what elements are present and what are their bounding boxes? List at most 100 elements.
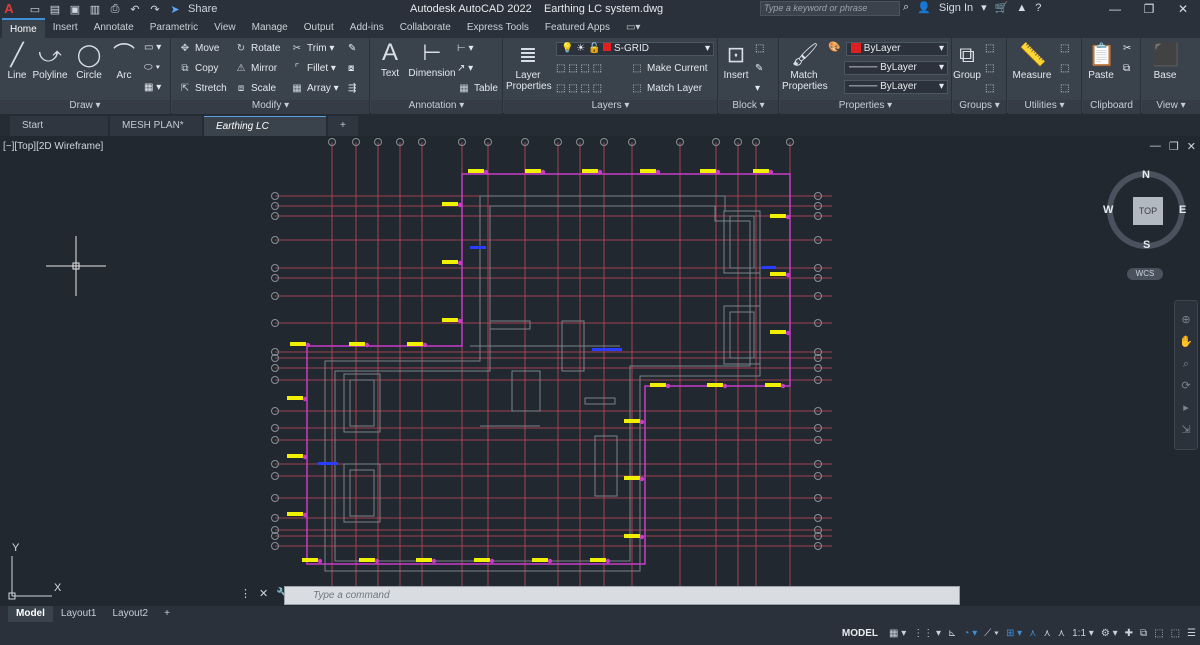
draw-panel-label[interactable]: Draw ▾ — [0, 100, 170, 114]
layer-dropdown[interactable]: 💡 ☀ 🔓 S-GRID ▾ — [556, 42, 714, 56]
tab-manage[interactable]: Manage — [244, 18, 296, 38]
fillet-button[interactable]: ⌜ Fillet ▾ — [290, 63, 336, 74]
compass-west[interactable]: W — [1103, 204, 1113, 216]
plus-icon[interactable]: ✚ — [1125, 628, 1133, 639]
match-properties-button[interactable]: 🖌 Match Properties — [782, 42, 828, 92]
tab-parametric[interactable]: Parametric — [142, 18, 206, 38]
tab-featured-apps[interactable]: Featured Apps — [537, 18, 618, 38]
base-button[interactable]: ⬛ Base — [1148, 42, 1182, 81]
group-edit-icon[interactable]: ⬚ — [985, 63, 994, 74]
circle-button[interactable]: ◯ Circle — [74, 42, 104, 81]
redo-icon[interactable]: ↷ — [148, 3, 162, 16]
search-icon[interactable]: ⌕ — [903, 1, 909, 14]
viewcube[interactable]: TOP N S E W — [1103, 169, 1186, 251]
modify-panel-label[interactable]: Modify ▾ — [172, 100, 369, 114]
saveas-icon[interactable]: ▥ — [88, 3, 102, 16]
search-input[interactable]: Type a keyword or phrase — [760, 1, 900, 16]
tab-annotate[interactable]: Annotate — [86, 18, 142, 38]
close-icon[interactable]: ✕ — [1166, 0, 1200, 18]
trim-button[interactable]: ✂ Trim ▾ — [290, 43, 335, 54]
layout-tab[interactable]: Model — [8, 606, 53, 622]
close-viewport-icon[interactable]: ✕ — [1187, 140, 1196, 153]
layer-properties-button[interactable]: ≣ Layer Properties — [506, 42, 552, 92]
ortho-icon[interactable]: ⊾ — [948, 628, 956, 639]
layers-panel-label[interactable]: Layers ▾ — [504, 100, 717, 114]
ribbon-display-toggle-icon[interactable]: ▭▾ — [618, 18, 648, 38]
grip-icon[interactable]: ⋮ — [240, 587, 251, 600]
utilities-panel-label[interactable]: Utilities ▾ — [1008, 100, 1081, 114]
match-layer-button[interactable]: ⬚ Match Layer — [630, 83, 702, 94]
workspace-gear-icon[interactable]: ⚙ ▾ — [1101, 628, 1118, 639]
isodraft-icon[interactable]: ⟋ ▾ — [984, 628, 999, 639]
attribute-icon[interactable]: ▾ — [755, 83, 760, 94]
copy-button[interactable]: ⧉ Copy — [178, 63, 218, 74]
autocad-logo[interactable]: A — [0, 0, 18, 18]
print-icon[interactable]: ⎙ — [108, 3, 122, 16]
dimension-button[interactable]: ⊢ Dimension — [407, 40, 457, 79]
command-input[interactable]: Type a command — [284, 586, 960, 605]
make-current-button[interactable]: ⬚ Make Current — [630, 63, 707, 74]
otrack-icon[interactable]: ⋏ — [1029, 628, 1036, 639]
insert-button[interactable]: ⊡ Insert — [721, 42, 751, 81]
autodesk-icon[interactable]: ▲ — [1016, 2, 1027, 14]
copy-clip-icon[interactable]: ⧉ — [1123, 63, 1130, 74]
mirror-button[interactable]: ⚠ Mirror — [234, 63, 278, 74]
save-icon[interactable]: ▣ — [68, 3, 82, 16]
isolate-icon[interactable]: ⬚ — [1154, 628, 1163, 639]
navbar-tools[interactable]: ⊕ ✋ ⌕ ⟳ ▸ ⇲ — [1175, 301, 1197, 441]
undo-icon[interactable]: ↶ — [128, 3, 142, 16]
snap-icon[interactable]: ⋮⋮ ▾ — [913, 628, 941, 639]
layout-tab[interactable]: Layout1 — [53, 606, 105, 622]
hatch-icon[interactable]: ⬭ ▾ — [144, 62, 160, 73]
tab-collaborate[interactable]: Collaborate — [392, 18, 459, 38]
tab-insert[interactable]: Insert — [45, 18, 86, 38]
tab-express-tools[interactable]: Express Tools — [459, 18, 537, 38]
new-icon[interactable]: ▭ — [28, 3, 42, 16]
text-button[interactable]: A Text — [375, 40, 405, 80]
clipboard-panel-label[interactable]: Clipboard — [1083, 100, 1140, 114]
stretch-button[interactable]: ⇱ Stretch — [178, 83, 227, 94]
lineweight-dropdown[interactable]: ──── ByLayer ▾ — [844, 80, 948, 94]
polyline-button[interactable]: ⤻ Polyline — [32, 42, 68, 81]
view-panel-label[interactable]: View ▾ — [1142, 100, 1200, 114]
table-button[interactable]: ▦ Table — [457, 83, 498, 94]
array-button[interactable]: ▦ Array ▾ — [290, 83, 338, 94]
compass-south[interactable]: S — [1143, 239, 1150, 251]
viewport-label[interactable]: [−][Top][2D Wireframe] — [3, 141, 103, 152]
groups-panel-label[interactable]: Groups ▾ — [953, 100, 1006, 114]
layer-tools-row1[interactable]: ⬚ ⬚ ⬚ ⬚ — [556, 63, 602, 74]
compass-east[interactable]: E — [1179, 204, 1186, 216]
doc-tab[interactable]: Earthing LC system*✕ — [204, 116, 326, 152]
cart-icon[interactable]: 🛒 — [995, 1, 1009, 14]
linear-dim-icon[interactable]: ⊢ ▾ — [457, 43, 474, 54]
annotation-visibility-icon[interactable]: ⋏ — [1043, 628, 1050, 639]
grid-icon[interactable]: ▦ ▾ — [889, 628, 906, 639]
wcs-dropdown[interactable]: WCS — [1127, 268, 1163, 280]
restore-icon[interactable]: ❐ — [1132, 0, 1166, 18]
minimize-icon[interactable]: — — [1098, 0, 1132, 18]
new-tab-button[interactable]: + — [328, 116, 358, 136]
open-icon[interactable]: ▤ — [48, 3, 62, 16]
group-button[interactable]: ⧉ Group — [953, 42, 981, 81]
model-space-button[interactable]: MODEL — [842, 628, 878, 639]
share-icon[interactable]: ➤ — [168, 3, 182, 16]
edit-block-icon[interactable]: ✎ — [755, 63, 763, 74]
chevron-down-icon[interactable]: ▾ — [981, 1, 987, 14]
arc-button[interactable]: ⌒ Arc — [110, 42, 138, 81]
annomonitor-icon[interactable]: ⧉ — [1140, 628, 1147, 639]
viewcube-top-face[interactable]: TOP — [1133, 197, 1163, 225]
tab-add-ins[interactable]: Add-ins — [342, 18, 392, 38]
user-icon[interactable]: 👤 — [917, 1, 931, 14]
boundary-icon[interactable]: ▦ ▾ — [144, 82, 161, 93]
minimize-viewport-icon[interactable]: — — [1150, 140, 1161, 153]
quick-calc-icon[interactable]: ⬚ — [1060, 43, 1069, 54]
doc-tab[interactable]: Start — [10, 116, 108, 136]
annotation-panel-label[interactable]: Annotation ▾ — [371, 100, 502, 114]
rectangle-icon[interactable]: ▭ ▾ — [144, 42, 161, 53]
compass-north[interactable]: N — [1142, 169, 1150, 181]
layer-tools-row2[interactable]: ⬚ ⬚ ⬚ ⬚ — [556, 83, 602, 94]
measure-button[interactable]: 📏 Measure — [1012, 42, 1052, 81]
clean-screen-icon[interactable]: ⬚ — [1171, 628, 1180, 639]
block-panel-label[interactable]: Block ▾ — [719, 100, 778, 114]
erase-icon[interactable]: ✎ — [348, 43, 356, 54]
